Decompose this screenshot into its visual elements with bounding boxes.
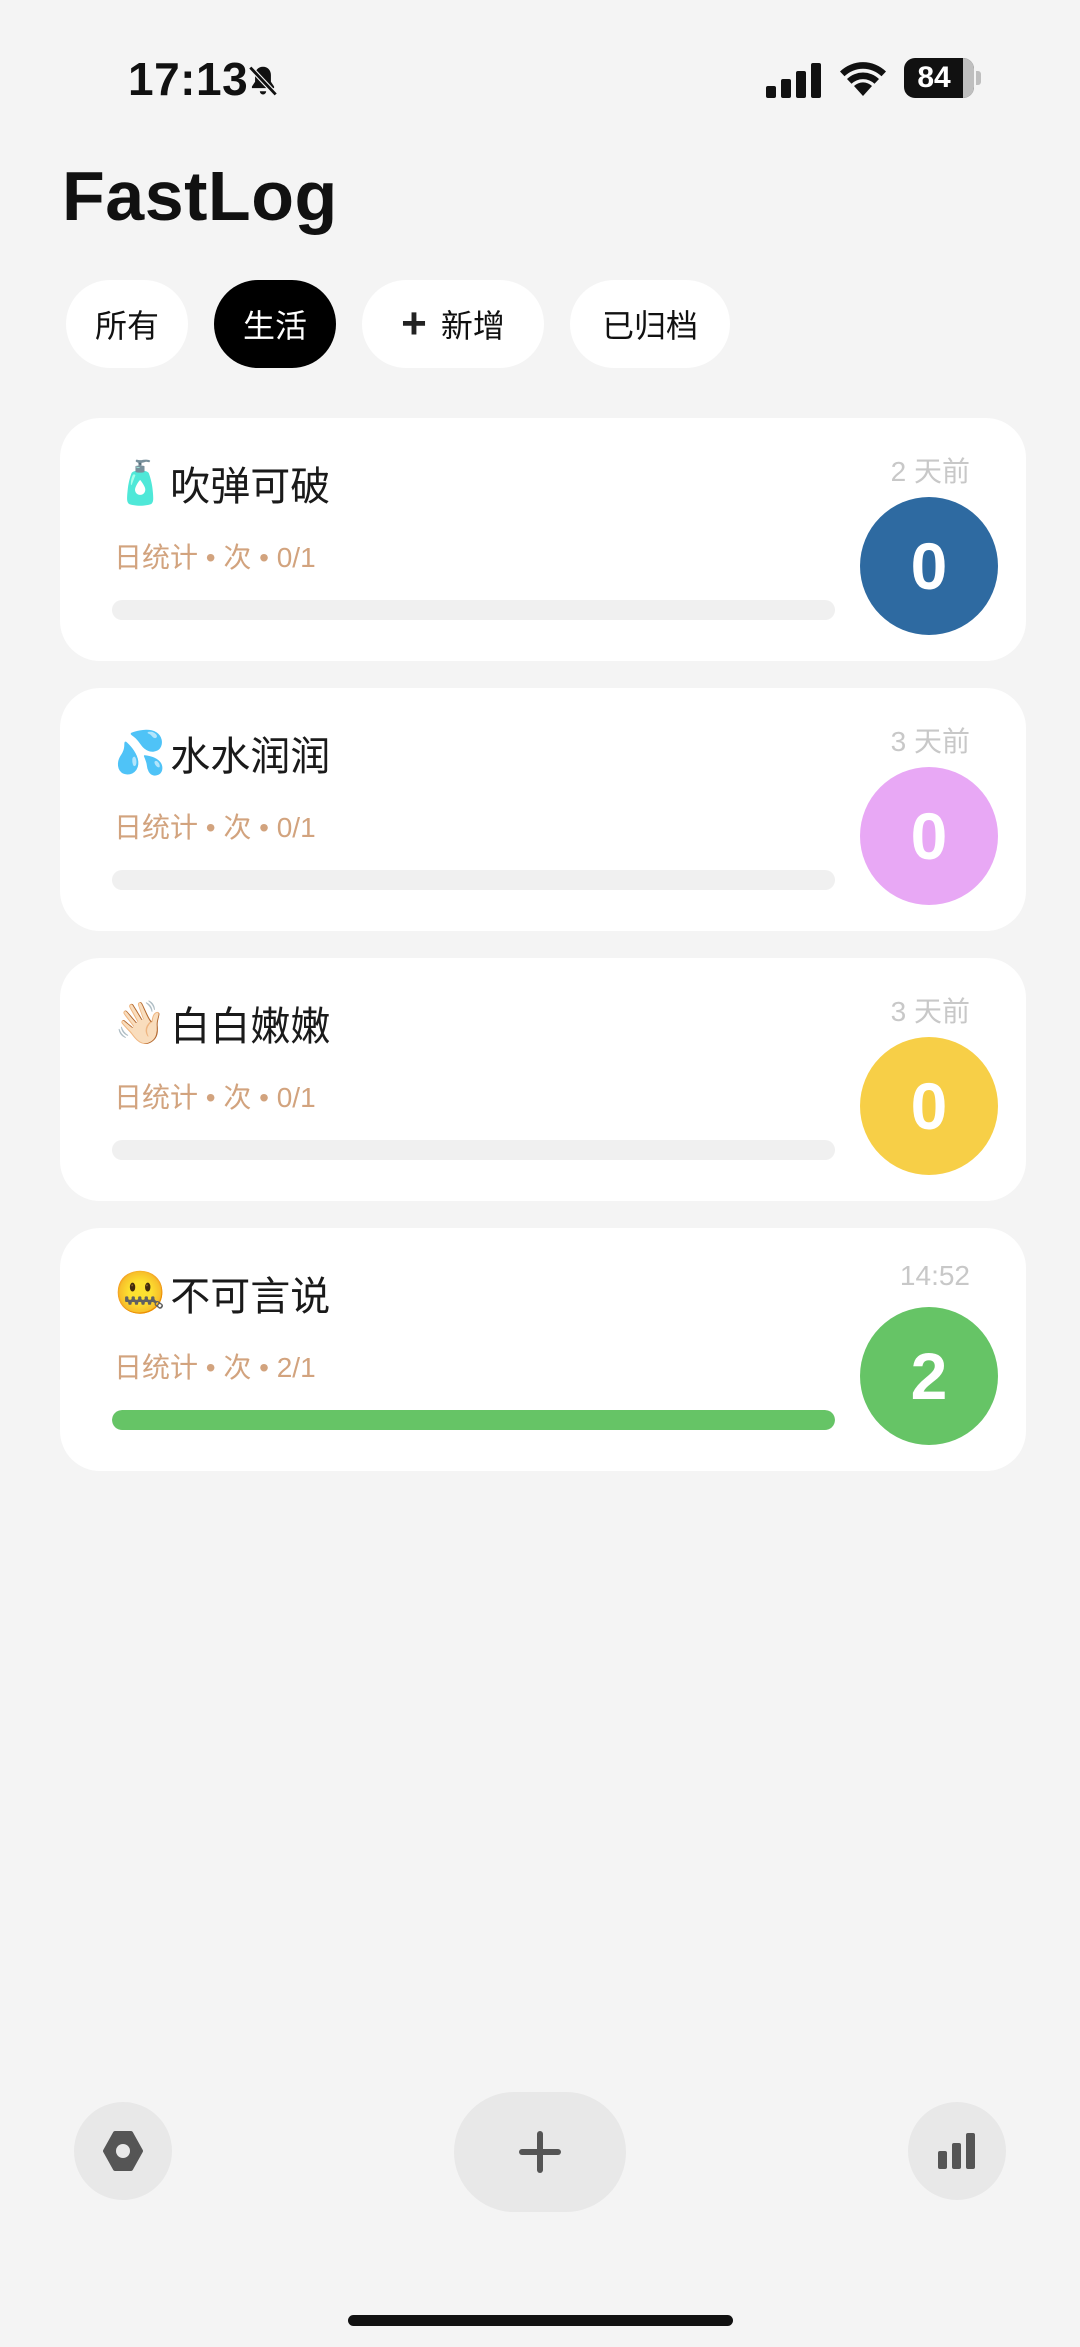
- lotion-bottle-icon: 🧴: [114, 458, 167, 506]
- tab-add-new[interactable]: + 新增: [362, 280, 544, 368]
- progress-track: [112, 600, 835, 620]
- battery-indicator: 84: [904, 58, 982, 98]
- tab-archived[interactable]: 已归档: [570, 280, 730, 368]
- wifi-icon: [840, 62, 886, 96]
- status-bar: 17:13 84: [0, 48, 1080, 108]
- card-title: 👋🏻 白白嫩嫩: [114, 994, 330, 1052]
- card-last-time: 2 天前: [890, 456, 970, 487]
- log-card[interactable]: 🤐 不可言说 日统计 • 次 • 2/1 14:52 2: [60, 1228, 1026, 1471]
- card-meta: 日统计 • 次 • 0/1: [114, 812, 316, 843]
- plus-icon: [519, 2131, 561, 2173]
- card-last-time: 3 天前: [890, 996, 970, 1027]
- tab-label: 新增: [440, 308, 505, 344]
- zipper-mouth-face-icon: 🤐: [114, 1268, 167, 1316]
- tab-label: 已归档: [601, 308, 698, 344]
- counter-button[interactable]: 2: [860, 1307, 998, 1445]
- card-name: 吹弹可破: [170, 465, 331, 509]
- bar-chart-icon: [938, 2133, 975, 2169]
- card-meta: 日统计 • 次 • 0/1: [114, 542, 316, 573]
- card-name: 水水润润: [170, 735, 331, 779]
- plus-icon: +: [401, 299, 427, 348]
- home-indicator: [348, 2315, 733, 2326]
- battery-level: 84: [917, 61, 951, 94]
- log-card[interactable]: 🧴 吹弹可破 日统计 • 次 • 0/1 2 天前 0: [60, 418, 1026, 661]
- tab-life[interactable]: 生活: [214, 280, 336, 368]
- add-log-button[interactable]: [454, 2092, 626, 2212]
- card-meta: 日统计 • 次 • 2/1: [114, 1352, 316, 1383]
- sweat-droplets-icon: 💦: [114, 728, 167, 776]
- tab-all[interactable]: 所有: [66, 280, 188, 368]
- status-time: 17:13: [128, 53, 249, 105]
- progress-track: [112, 1410, 835, 1430]
- counter-button[interactable]: 0: [860, 497, 998, 635]
- card-title: 🧴 吹弹可破: [114, 454, 330, 512]
- bell-muted-icon: [248, 65, 278, 97]
- settings-button[interactable]: [74, 2102, 172, 2200]
- tab-label: 所有: [94, 308, 159, 344]
- progress-fill: [112, 1410, 835, 1430]
- card-name: 不可言说: [170, 1275, 331, 1319]
- log-card[interactable]: 👋🏻 白白嫩嫩 日统计 • 次 • 0/1 3 天前 0: [60, 958, 1026, 1201]
- counter-button[interactable]: 0: [860, 767, 998, 905]
- card-name: 白白嫩嫩: [170, 1005, 331, 1049]
- progress-track: [112, 870, 835, 890]
- waving-hand-icon: 👋🏻: [114, 998, 167, 1046]
- app-screen: 17:13 84 FastLog 所有 生活 + 新增 已归档 🧴 吹弹可破 日…: [0, 0, 1080, 2347]
- cellular-signal-icon: [766, 63, 821, 98]
- page-title: FastLog: [62, 157, 338, 235]
- counter-button[interactable]: 0: [860, 1037, 998, 1175]
- card-title: 💦 水水润润: [114, 724, 330, 782]
- statistics-button[interactable]: [908, 2102, 1006, 2200]
- settings-hexagon-icon: [103, 2131, 143, 2171]
- tab-label: 生活: [242, 308, 307, 344]
- card-meta: 日统计 • 次 • 0/1: [114, 1082, 316, 1113]
- card-last-time: 3 天前: [890, 726, 970, 757]
- card-title: 🤐 不可言说: [114, 1264, 330, 1322]
- log-card[interactable]: 💦 水水润润 日统计 • 次 • 0/1 3 天前 0: [60, 688, 1026, 931]
- progress-track: [112, 1140, 835, 1160]
- card-last-time: 14:52: [899, 1260, 970, 1291]
